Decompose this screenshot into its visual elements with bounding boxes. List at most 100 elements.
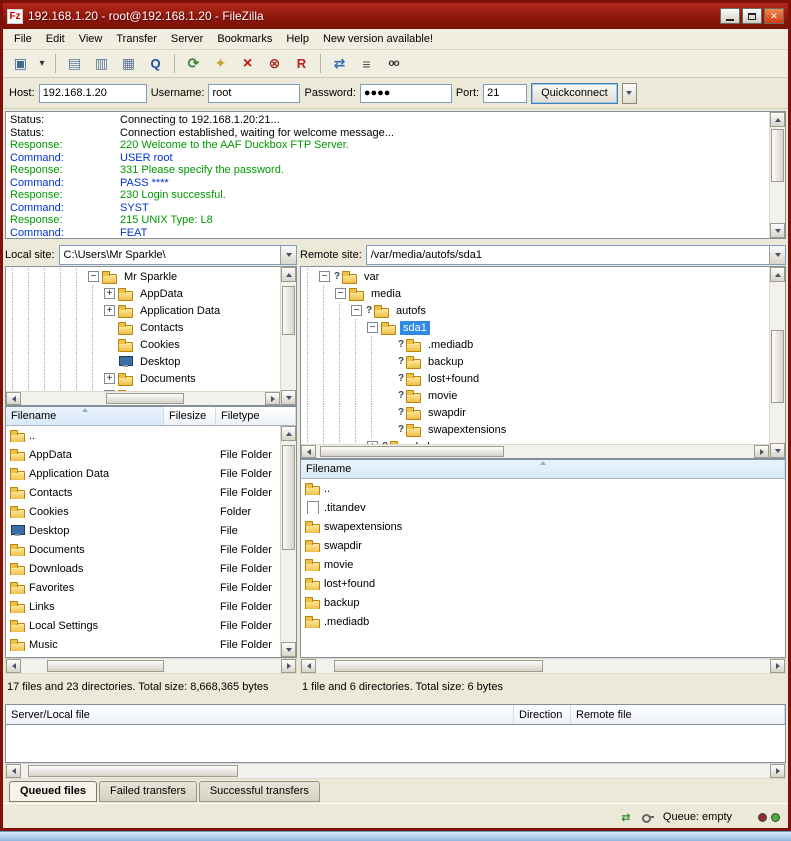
process-queue-button[interactable] <box>208 52 233 75</box>
scroll-up-button[interactable] <box>281 426 296 441</box>
chevron-down-icon[interactable] <box>280 246 296 264</box>
scroll-thumb[interactable] <box>106 393 184 404</box>
scroll-up-button[interactable] <box>770 112 785 127</box>
remote-tree-vertical-scrollbar[interactable] <box>769 267 785 458</box>
scroll-down-button[interactable] <box>281 642 296 657</box>
column-header-remote-file[interactable]: Remote file <box>571 705 785 724</box>
file-row[interactable]: LinksFile Folder <box>6 597 280 616</box>
remote-site-combo[interactable]: /var/media/autofs/sda1 <box>366 245 786 265</box>
scroll-thumb[interactable] <box>771 330 784 402</box>
scroll-right-button[interactable] <box>754 445 769 458</box>
scroll-down-button[interactable] <box>770 223 785 238</box>
scroll-right-button[interactable] <box>770 764 785 778</box>
scroll-left-button[interactable] <box>301 445 316 458</box>
tree-item[interactable]: ?var <box>301 268 769 285</box>
queue-splitter[interactable] <box>3 697 788 704</box>
menu-new-version[interactable]: New version available! <box>316 31 440 47</box>
scroll-up-button[interactable] <box>281 267 296 282</box>
host-input[interactable] <box>39 84 147 103</box>
scroll-thumb[interactable] <box>47 660 164 672</box>
tree-item[interactable]: AppData <box>6 285 280 302</box>
scroll-right-button[interactable] <box>281 659 296 673</box>
column-header-filename[interactable]: Filename <box>6 407 164 425</box>
remote-list-horizontal-scrollbar[interactable] <box>301 659 785 673</box>
menu-help[interactable]: Help <box>279 31 316 47</box>
tree-item[interactable]: Mr Sparkle <box>6 268 280 285</box>
tab-successful-transfers[interactable]: Successful transfers <box>199 781 320 802</box>
tree-item[interactable]: ?.mediadb <box>301 336 769 353</box>
tree-item[interactable]: media <box>301 285 769 302</box>
expand-icon[interactable] <box>104 373 115 384</box>
tree-item[interactable]: Cookies <box>6 336 280 353</box>
file-row[interactable]: lost+found <box>301 574 785 593</box>
scroll-thumb[interactable] <box>282 286 295 335</box>
scroll-left-button[interactable] <box>6 392 21 405</box>
column-header-filename[interactable]: Filename <box>301 460 785 478</box>
tree-item[interactable]: ?autofs <box>301 302 769 319</box>
toggle-message-log-button[interactable] <box>62 52 87 75</box>
synchronized-browsing-button[interactable] <box>327 52 352 75</box>
scroll-thumb[interactable] <box>28 765 238 777</box>
log-vertical-scrollbar[interactable] <box>769 112 785 238</box>
collapse-icon[interactable] <box>319 271 330 282</box>
menu-edit[interactable]: Edit <box>39 31 72 47</box>
menu-bookmarks[interactable]: Bookmarks <box>210 31 279 47</box>
file-row[interactable]: DownloadsFile Folder <box>6 559 280 578</box>
file-row[interactable]: swapdir <box>301 536 785 555</box>
local-tree-vertical-scrollbar[interactable] <box>280 267 296 405</box>
file-row[interactable]: .. <box>301 479 785 498</box>
file-row[interactable]: backup <box>301 593 785 612</box>
tree-item[interactable]: ?swapextensions <box>301 421 769 438</box>
file-row[interactable]: AppDataFile Folder <box>6 445 280 464</box>
port-input[interactable] <box>483 84 527 103</box>
file-row[interactable]: .. <box>6 426 280 445</box>
local-list-vertical-scrollbar[interactable] <box>280 426 296 657</box>
reconnect-button[interactable] <box>289 52 314 75</box>
find-files-button[interactable] <box>381 52 406 75</box>
local-tree-horizontal-scrollbar[interactable] <box>6 391 280 405</box>
quickconnect-button[interactable]: Quickconnect <box>531 83 618 104</box>
disconnect-button[interactable] <box>262 52 287 75</box>
tree-item[interactable]: Documents <box>6 370 280 387</box>
refresh-button[interactable] <box>181 52 206 75</box>
file-row[interactable]: swapextensions <box>301 517 785 536</box>
menu-server[interactable]: Server <box>164 31 210 47</box>
scroll-left-button[interactable] <box>6 764 21 778</box>
tree-item[interactable]: Desktop <box>6 353 280 370</box>
expand-icon[interactable] <box>104 305 115 316</box>
toggle-local-tree-button[interactable] <box>89 52 114 75</box>
quickconnect-dropdown[interactable] <box>622 83 637 104</box>
collapse-icon[interactable] <box>335 288 346 299</box>
menu-transfer[interactable]: Transfer <box>109 31 164 47</box>
chevron-down-icon[interactable] <box>769 246 785 264</box>
file-row[interactable]: Local SettingsFile Folder <box>6 616 280 635</box>
tree-item[interactable]: ?lost+found <box>301 370 769 387</box>
column-header-server-local-file[interactable]: Server/Local file <box>6 705 514 724</box>
site-manager-button[interactable] <box>8 52 33 75</box>
scroll-left-button[interactable] <box>6 659 21 673</box>
cancel-button[interactable] <box>235 52 260 75</box>
password-input[interactable] <box>360 84 452 103</box>
tree-item[interactable]: sda1 <box>301 319 769 336</box>
maximize-button[interactable] <box>742 8 762 24</box>
menu-file[interactable]: File <box>7 31 39 47</box>
scroll-thumb[interactable] <box>334 660 543 672</box>
username-input[interactable] <box>208 84 300 103</box>
scroll-thumb[interactable] <box>282 445 295 550</box>
scroll-right-button[interactable] <box>265 392 280 405</box>
file-row[interactable]: ContactsFile Folder <box>6 483 280 502</box>
site-manager-dropdown[interactable] <box>35 52 49 75</box>
scroll-left-button[interactable] <box>301 659 316 673</box>
expand-icon[interactable] <box>104 288 115 299</box>
column-header-direction[interactable]: Direction <box>514 705 571 724</box>
scroll-down-button[interactable] <box>770 443 785 458</box>
file-row[interactable]: MusicFile Folder <box>6 635 280 654</box>
file-row[interactable]: .mediadb <box>301 612 785 631</box>
file-row[interactable]: DocumentsFile Folder <box>6 540 280 559</box>
collapse-icon[interactable] <box>88 271 99 282</box>
tab-queued-files[interactable]: Queued files <box>9 781 97 802</box>
scroll-up-button[interactable] <box>770 267 785 282</box>
remote-tree-horizontal-scrollbar[interactable] <box>301 444 769 458</box>
tree-item[interactable]: Application Data <box>6 302 280 319</box>
toggle-remote-tree-button[interactable] <box>116 52 141 75</box>
